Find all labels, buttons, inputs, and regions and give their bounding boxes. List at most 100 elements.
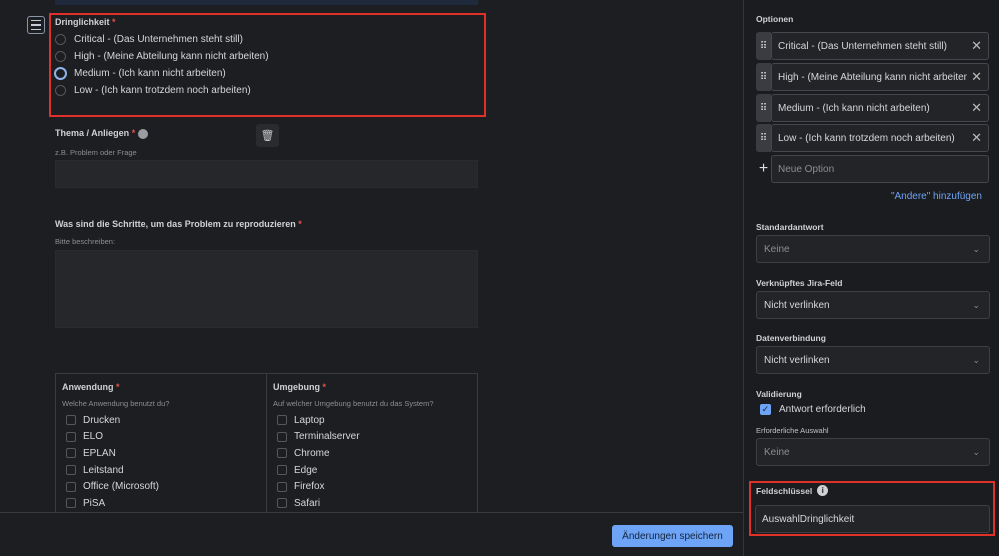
checkbox-label: Laptop — [294, 414, 325, 426]
field-key-input[interactable]: AuswahlDringlichkeit — [755, 505, 990, 533]
field-menu-icon[interactable] — [27, 16, 45, 34]
previous-field-bar — [55, 0, 478, 5]
checkbox-option[interactable]: Drucken — [62, 412, 260, 429]
chevron-down-icon: ⌄ — [972, 354, 980, 365]
topic-input[interactable] — [55, 160, 478, 188]
checkbox-icon[interactable] — [277, 465, 287, 476]
radio-label: High - (Meine Abteilung kann nicht arbei… — [74, 51, 269, 62]
checkbox-label: Edge — [294, 464, 318, 476]
drag-handle-icon[interactable]: ⠿ — [756, 94, 771, 122]
checkbox-icon[interactable] — [277, 415, 287, 426]
option-input[interactable]: Critical - (Das Unternehmen steht still)… — [771, 32, 989, 60]
jira-field-select[interactable]: Nicht verlinken ⌄ — [756, 291, 990, 319]
required-selection-select[interactable]: Keine ⌄ — [756, 438, 990, 466]
link-icon[interactable] — [137, 128, 148, 139]
application-label: Anwendung — [62, 382, 114, 392]
drag-handle-icon[interactable]: ⠿ — [756, 63, 771, 91]
radio-icon[interactable] — [55, 51, 66, 62]
radio-option[interactable]: Low - (Ich kann trotzdem noch arbeiten) — [55, 82, 269, 99]
close-icon[interactable]: ✕ — [971, 100, 982, 116]
options-label: Optionen — [756, 14, 794, 24]
option-input[interactable]: Low - (Ich kann trotzdem noch arbeiten) ✕ — [771, 124, 989, 152]
option-row: ⠿ Low - (Ich kann trotzdem noch arbeiten)… — [756, 124, 989, 152]
checkbox-option[interactable]: PiSA — [62, 495, 260, 512]
checkbox-icon[interactable] — [66, 481, 76, 492]
radio-option[interactable]: Critical - (Das Unternehmen steht still) — [55, 31, 269, 48]
checkbox-option[interactable]: Firefox — [273, 478, 471, 495]
radio-label: Low - (Ich kann trotzdem noch arbeiten) — [74, 85, 251, 96]
checkbox-icon[interactable] — [66, 498, 76, 509]
checkbox-option[interactable]: Office (Microsoft) — [62, 478, 260, 495]
checkbox-icon[interactable] — [66, 465, 76, 476]
environment-hint: Auf welcher Umgebung benutzt du das Syst… — [273, 399, 434, 408]
checkbox-label: Safari — [294, 497, 321, 509]
trash-icon[interactable]: 🗑 — [256, 124, 279, 147]
checkbox-icon[interactable] — [277, 448, 287, 459]
checkbox-label: PiSA — [83, 497, 106, 509]
checkbox-icon[interactable] — [277, 498, 287, 509]
checkbox-icon[interactable] — [66, 431, 76, 442]
checkbox-option[interactable]: Laptop — [273, 412, 471, 429]
drag-handle-icon[interactable]: ⠿ — [756, 124, 771, 152]
select-value: Keine — [764, 446, 790, 458]
checkbox-option[interactable]: ELO — [62, 429, 260, 446]
option-input[interactable]: Medium - (Ich kann nicht arbeiten) ✕ — [771, 94, 989, 122]
checkbox-icon[interactable] — [66, 415, 76, 426]
steps-label-row: Was sind die Schritte, um das Problem zu… — [55, 219, 302, 229]
jira-field-label: Verknüpftes Jira-Feld — [756, 278, 843, 288]
checkbox-option[interactable]: Edge — [273, 462, 471, 479]
steps-label: Was sind die Schritte, um das Problem zu… — [55, 219, 296, 229]
option-row: ⠿ High - (Meine Abteilung kann nicht arbe… — [756, 63, 989, 91]
application-hint: Welche Anwendung benutzt du? — [62, 399, 170, 408]
topic-hint: z.B. Problem oder Frage — [55, 148, 137, 157]
close-icon[interactable]: ✕ — [971, 130, 982, 146]
checkbox-option[interactable]: Chrome — [273, 445, 471, 462]
checkbox-option[interactable]: Terminalserver — [273, 429, 471, 446]
plus-icon[interactable]: + — [756, 155, 771, 183]
radio-icon[interactable] — [54, 67, 67, 80]
new-option-input[interactable]: Neue Option — [771, 155, 989, 183]
environment-field: Umgebung * Auf welcher Umgebung benutzt … — [266, 374, 477, 512]
required-mark: * — [322, 382, 327, 392]
application-field: Anwendung * Welche Anwendung benutzt du?… — [56, 374, 266, 512]
radio-option[interactable]: Medium - (Ich kann nicht arbeiten) — [54, 65, 269, 82]
close-icon[interactable]: ✕ — [971, 38, 982, 54]
option-input[interactable]: High - (Meine Abteilung kann nicht arbei… — [771, 63, 989, 91]
option-text: Critical - (Das Unternehmen steht still) — [778, 40, 947, 52]
properties-panel: Optionen ⠿ Critical - (Das Unternehmen st… — [743, 0, 999, 556]
checkbox-icon[interactable] — [277, 431, 287, 442]
checkbox-icon[interactable] — [66, 448, 76, 459]
radio-option[interactable]: High - (Meine Abteilung kann nicht arbei… — [55, 48, 269, 65]
add-other-link[interactable]: "Andere" hinzufügen — [891, 191, 982, 202]
close-icon[interactable]: ✕ — [971, 69, 982, 85]
checkbox-label: EPLAN — [83, 447, 116, 459]
chevron-down-icon: ⌄ — [972, 446, 980, 457]
radio-label: Critical - (Das Unternehmen steht still) — [74, 34, 243, 45]
radio-icon[interactable] — [55, 34, 66, 45]
urgency-label: Dringlichkeit — [55, 17, 110, 27]
data-connection-select[interactable]: Nicht verlinken ⌄ — [756, 346, 990, 374]
topic-label-row: Thema / Anliegen * — [55, 128, 148, 139]
checkbox-label: Chrome — [294, 447, 330, 459]
checkbox-checked-icon[interactable]: ✓ — [760, 404, 771, 415]
field-key-label-row: Feldschlüssel i — [756, 485, 829, 496]
validation-label: Validierung — [756, 389, 802, 399]
urgency-field: Dringlichkeit * Critical - (Das Unterneh… — [54, 17, 269, 99]
checkbox-option[interactable]: Leitstand — [62, 462, 260, 479]
checkbox-option[interactable]: Safari — [273, 495, 471, 512]
steps-textarea[interactable] — [55, 250, 478, 328]
required-answer-checkbox[interactable]: ✓ Antwort erforderlich — [760, 404, 866, 415]
option-text: Medium - (Ich kann nicht arbeiten) — [778, 102, 930, 114]
checkbox-grid: Anwendung * Welche Anwendung benutzt du?… — [55, 373, 478, 513]
save-changes-button[interactable]: Änderungen speichern — [612, 525, 733, 547]
drag-handle-icon[interactable]: ⠿ — [756, 32, 771, 60]
new-option-placeholder: Neue Option — [778, 163, 835, 175]
info-icon[interactable]: i — [817, 485, 829, 496]
required-mark: * — [116, 382, 120, 392]
checkbox-icon[interactable] — [277, 481, 287, 492]
checkbox-option[interactable]: EPLAN — [62, 445, 260, 462]
default-answer-select[interactable]: Keine ⌄ — [756, 235, 990, 263]
checkbox-label: Firefox — [294, 481, 325, 493]
required-mark: * — [131, 128, 136, 138]
radio-icon[interactable] — [55, 85, 66, 96]
